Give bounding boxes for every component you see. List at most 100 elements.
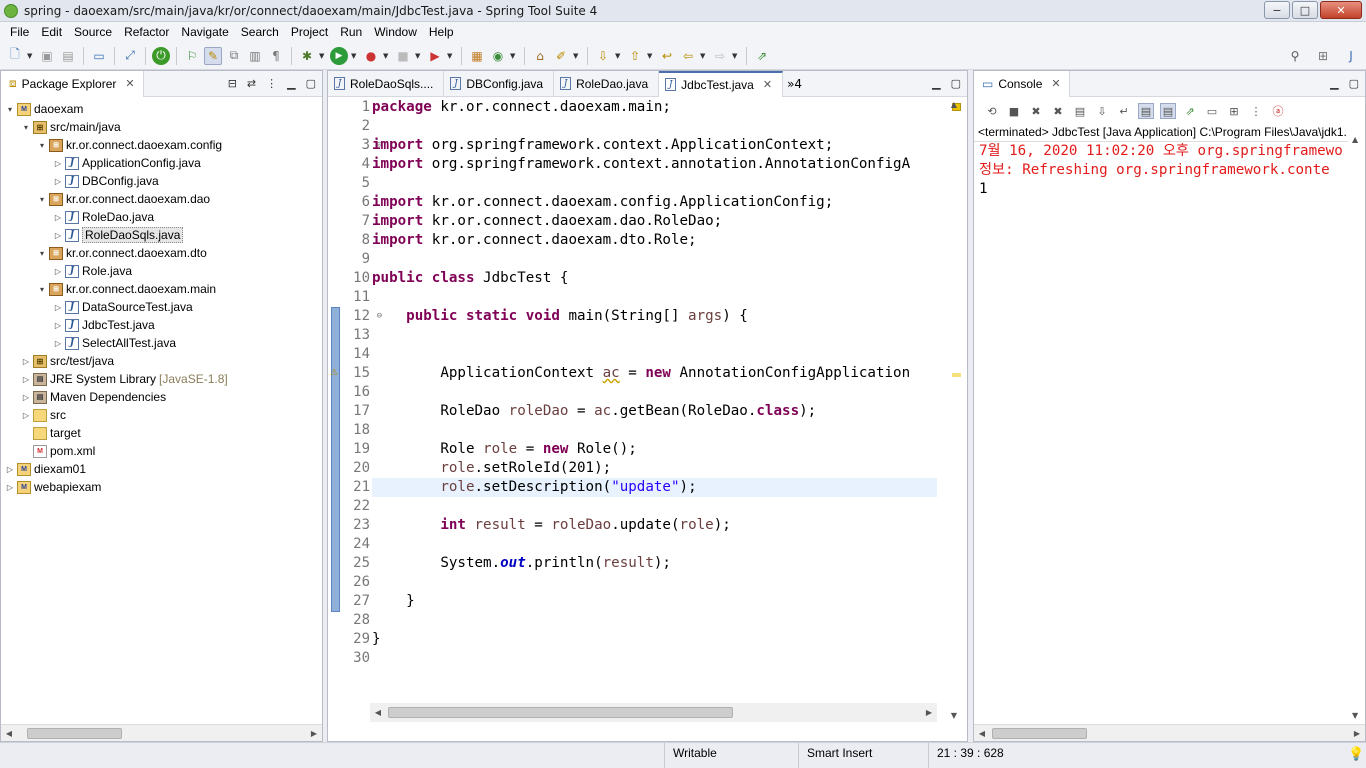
expand-icon[interactable]: ▾ <box>37 285 47 294</box>
save-icon[interactable]: ▣ <box>38 47 56 65</box>
scroll-lock-icon[interactable]: ⇩ <box>1094 103 1110 119</box>
scroll-right-icon[interactable]: ▶ <box>921 708 937 717</box>
tree-item-selected[interactable]: ▷ J RoleDaoSqls.java <box>1 226 322 244</box>
code-line[interactable]: public class JdbcTest { <box>372 269 937 288</box>
code-line[interactable]: import org.springframework.context.annot… <box>372 155 937 174</box>
search-pencil-icon[interactable]: ✐ <box>552 47 570 65</box>
new-icon[interactable]: 🗋 <box>6 47 24 65</box>
tree-item[interactable]: ▷ src <box>1 406 322 424</box>
open-type-icon[interactable]: ⚐ <box>183 47 201 65</box>
menu-refactor[interactable]: Refactor <box>118 25 175 39</box>
run-dropdown-icon[interactable]: ▼ <box>351 52 359 60</box>
tab-jdbctest[interactable]: J JdbcTest.java ✕ <box>659 70 784 97</box>
tree-item[interactable]: ▷ J DataSourceTest.java <box>1 298 322 316</box>
pilcrow-icon[interactable]: ¶ <box>267 47 285 65</box>
expand-icon[interactable]: ▷ <box>5 483 15 492</box>
code-line[interactable]: role.setRoleId(201); <box>372 459 937 478</box>
warning-icon[interactable]: ⚠ <box>330 368 340 379</box>
maximize-view-icon[interactable]: ▢ <box>1349 77 1359 90</box>
show-on-stdout-icon[interactable]: ▤ <box>1138 103 1154 119</box>
code-line[interactable]: } <box>372 592 937 611</box>
tree-item[interactable]: Mpom.xml <box>1 442 322 460</box>
menu-search[interactable]: Search <box>235 25 285 39</box>
tree-item[interactable]: ▷ J RoleDao.java <box>1 208 322 226</box>
expand-icon[interactable]: ▷ <box>21 393 31 402</box>
code-line[interactable] <box>372 326 937 345</box>
expand-icon[interactable]: ▷ <box>53 339 63 348</box>
tree-item[interactable]: ▷ Mdiexam01 <box>1 460 322 478</box>
scroll-thumb[interactable] <box>27 727 122 739</box>
code-line[interactable] <box>372 250 937 269</box>
open-console-icon[interactable]: ⊞ <box>1226 103 1242 119</box>
tree-item[interactable]: ▷ J SelectAllTest.java <box>1 334 322 352</box>
expand-icon[interactable]: ▷ <box>53 303 63 312</box>
new-class-dropdown-icon[interactable]: ▼ <box>510 52 518 60</box>
expand-icon[interactable]: ▷ <box>5 465 15 474</box>
close-icon[interactable]: ✕ <box>125 77 134 90</box>
tree-item[interactable]: ▾ ⊞ kr.or.connect.daoexam.config <box>1 136 322 154</box>
maximize-view-icon[interactable]: ▢ <box>951 77 961 90</box>
console-output[interactable]: 7월 16, 2020 11:02:20 오후 org.springframew… <box>974 142 1365 199</box>
expand-icon[interactable]: ▷ <box>21 357 31 366</box>
tree-item[interactable]: ▷ ▤ Maven Dependencies <box>1 388 322 406</box>
save-all-icon[interactable]: ▤ <box>59 47 77 65</box>
expand-icon[interactable]: ▾ <box>21 123 31 132</box>
code-line[interactable]: int result = roleDao.update(role); <box>372 516 937 535</box>
tree-item[interactable]: ▾ ⊞ kr.or.connect.daoexam.main <box>1 280 322 298</box>
tab-roledaosqls[interactable]: J RoleDaoSqls.... <box>328 70 445 97</box>
scroll-track[interactable] <box>17 727 306 740</box>
tab-console[interactable]: ▭ Console ✕ <box>974 70 1070 97</box>
code-line[interactable]: public static void main(String[] args) { <box>372 307 937 326</box>
pin-console-icon[interactable]: ⇗ <box>1182 103 1198 119</box>
code-line[interactable]: ApplicationContext ac = new AnnotationCo… <box>372 364 937 383</box>
scroll-track[interactable] <box>386 706 921 719</box>
minimize-view-icon[interactable]: ▁ <box>1330 77 1338 90</box>
tree-item[interactable]: ▷ J JdbcTest.java <box>1 316 322 334</box>
new-java-project-icon[interactable]: ▦ <box>468 47 486 65</box>
skip-breakpoints-icon[interactable]: ⤢ <box>121 47 139 65</box>
scroll-left-icon[interactable]: ◀ <box>370 708 386 717</box>
code-area[interactable]: ⚠ 1 2 3 ⊖ 4 5 6 7 8 9 10 11 12 ⊖ 13 14 15 … <box>328 98 967 722</box>
terminate-icon[interactable]: ■ <box>1006 103 1022 119</box>
debug-dropdown-icon[interactable]: ▼ <box>319 52 327 60</box>
code-line[interactable]: RoleDao roleDao = ac.getBean(RoleDao.cla… <box>372 402 937 421</box>
relaunch-icon[interactable]: ⟲ <box>984 103 1000 119</box>
console-view-menu-icon[interactable]: ⋮ <box>1248 103 1264 119</box>
code-line[interactable] <box>372 649 937 668</box>
show-whitespace-icon[interactable]: ▥ <box>246 47 264 65</box>
menu-help[interactable]: Help <box>423 25 460 39</box>
scroll-left-icon[interactable]: ◀ <box>974 729 990 738</box>
tree-item[interactable]: target <box>1 424 322 442</box>
run-icon[interactable]: ▶ <box>330 46 348 65</box>
code-line[interactable] <box>372 497 937 516</box>
expand-icon[interactable]: ▷ <box>53 177 63 186</box>
link-with-editor-icon[interactable]: ⇄ <box>247 77 256 90</box>
tree-item[interactable]: ▾ Mdaoexam <box>1 100 322 118</box>
tree-item[interactable]: ▷ ⊞ src/test/java <box>1 352 322 370</box>
expand-icon[interactable]: ▷ <box>21 411 31 420</box>
console-vertical-scrollbar[interactable]: ▲ ▼ <box>1348 133 1365 722</box>
scroll-right-icon[interactable]: ▶ <box>1349 729 1365 738</box>
code-line[interactable] <box>372 383 937 402</box>
code-line[interactable] <box>372 174 937 193</box>
editor-horizontal-scrollbar[interactable]: ◀ ▶ <box>370 703 937 722</box>
expand-icon[interactable]: ▾ <box>37 141 47 150</box>
expand-icon[interactable]: ▾ <box>37 249 47 258</box>
menu-source[interactable]: Source <box>68 25 118 39</box>
code-line[interactable] <box>372 117 937 136</box>
boot-dashboard-icon[interactable]: ⏻ <box>152 46 170 65</box>
scroll-up-icon[interactable]: ▲ <box>1352 135 1358 144</box>
overview-annotation-marker[interactable] <box>952 373 961 377</box>
menu-navigate[interactable]: Navigate <box>175 25 234 39</box>
console-horizontal-scrollbar[interactable]: ◀ ▶ <box>974 724 1365 741</box>
horizontal-scrollbar[interactable]: ◀ ▶ <box>1 724 322 741</box>
new-dropdown-icon[interactable]: ▼ <box>27 52 35 60</box>
remove-all-terminated-icon[interactable]: ✖ <box>1050 103 1066 119</box>
tree-item[interactable]: ▾ ⊞ kr.or.connect.daoexam.dto <box>1 244 322 262</box>
code-line[interactable]: role.setDescription("update"); <box>372 478 937 497</box>
code-line[interactable]: System.out.println(result); <box>372 554 937 573</box>
open-task-icon[interactable]: ⌂ <box>531 47 549 65</box>
forward-dropdown-icon[interactable]: ▼ <box>732 52 740 60</box>
back-icon[interactable]: ⇦ <box>679 47 697 65</box>
code-line[interactable]: package kr.or.connect.daoexam.main; <box>372 98 937 117</box>
